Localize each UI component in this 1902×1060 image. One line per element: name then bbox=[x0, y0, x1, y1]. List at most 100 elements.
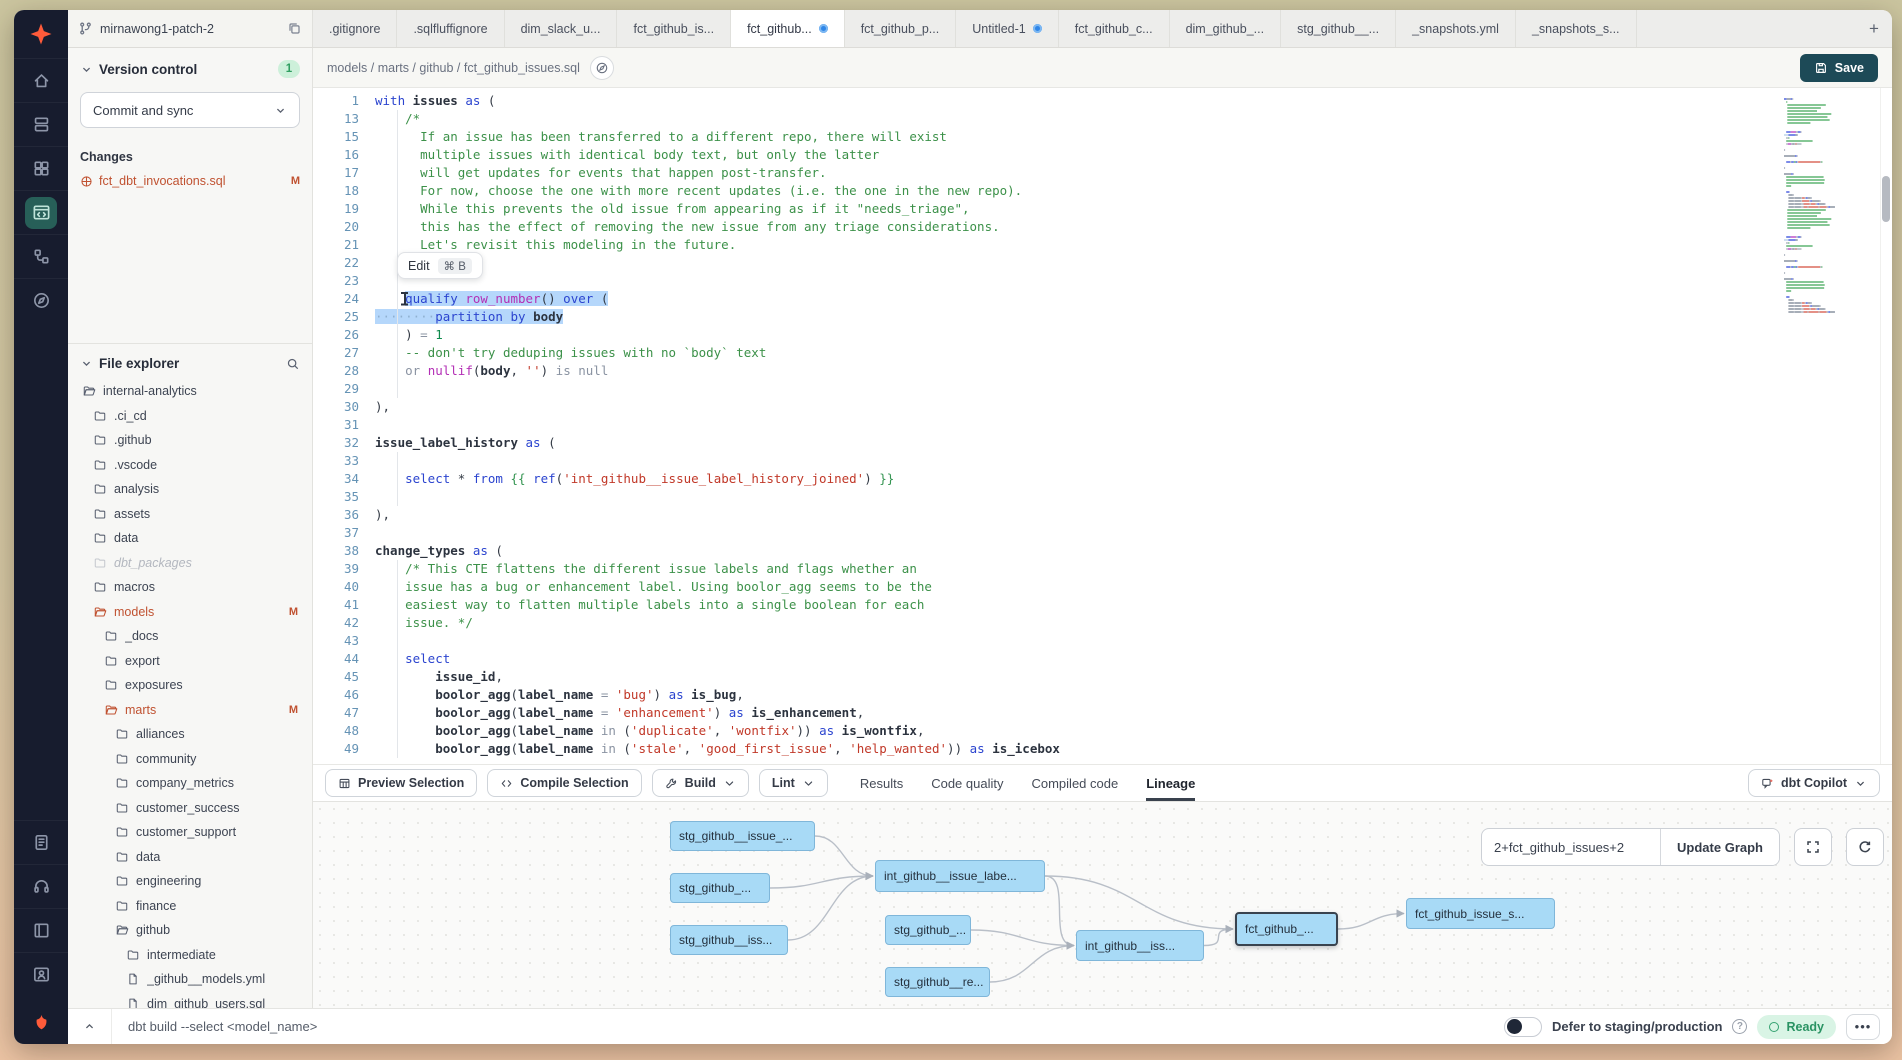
tree-folder-exposures[interactable]: exposures bbox=[80, 673, 300, 698]
line-number: 44 bbox=[313, 650, 359, 668]
rail-home-icon[interactable] bbox=[14, 58, 68, 102]
editor-tab[interactable]: fct_github_c... bbox=[1059, 10, 1170, 47]
new-tab-button[interactable]: + bbox=[1856, 10, 1892, 47]
tree-folder-.vscode[interactable]: .vscode bbox=[80, 453, 300, 478]
refresh-button[interactable] bbox=[1846, 828, 1884, 866]
code-editor[interactable]: 1with issues as (13 /*15 If an issue has… bbox=[313, 88, 1892, 764]
tree-folder-engineering[interactable]: engineering bbox=[80, 869, 300, 894]
lineage-selector-input[interactable] bbox=[1482, 829, 1660, 865]
rail-notebook-icon[interactable] bbox=[14, 820, 68, 864]
changed-file-row[interactable]: fct_dbt_invocations.sql M bbox=[80, 174, 300, 188]
scrollbar-thumb[interactable] bbox=[1882, 176, 1890, 222]
panel-tab-compiled-code[interactable]: Compiled code bbox=[1031, 765, 1118, 801]
save-button[interactable]: Save bbox=[1800, 54, 1878, 82]
search-icon[interactable] bbox=[286, 357, 300, 371]
editor-tab[interactable]: stg_github__... bbox=[1281, 10, 1396, 47]
compile-selection-button[interactable]: Compile Selection bbox=[487, 769, 641, 797]
editor-scrollbar[interactable] bbox=[1880, 88, 1892, 764]
editor-tab[interactable]: dim_slack_u... bbox=[505, 10, 618, 47]
help-icon[interactable]: ? bbox=[1732, 1019, 1747, 1034]
rail-orchestration-icon[interactable] bbox=[14, 234, 68, 278]
editor-tab[interactable]: dim_github_... bbox=[1170, 10, 1282, 47]
chevron-down-icon[interactable] bbox=[80, 63, 93, 76]
lineage-node[interactable]: stg_github_... bbox=[670, 873, 770, 903]
code-line: 47 boolor_agg(label_name = 'enhancement'… bbox=[313, 704, 1892, 722]
lineage-node[interactable]: int_github__issue_labe... bbox=[875, 860, 1045, 892]
tree-folder-company_metrics[interactable]: company_metrics bbox=[80, 771, 300, 796]
more-options-button[interactable]: ••• bbox=[1846, 1014, 1880, 1040]
editor-tab[interactable]: _snapshots.yml bbox=[1396, 10, 1516, 47]
tree-folder-marts[interactable]: martsM bbox=[80, 698, 300, 723]
editor-tab[interactable]: Untitled-1 bbox=[956, 10, 1059, 47]
lineage-node[interactable]: fct_github_issue_s... bbox=[1406, 898, 1555, 929]
command-input[interactable] bbox=[112, 1009, 1504, 1044]
rail-discover-icon[interactable] bbox=[14, 278, 68, 322]
lineage-node[interactable]: stg_github_... bbox=[885, 915, 971, 945]
editor-tab[interactable]: _snapshots_s... bbox=[1516, 10, 1637, 47]
copilot-chip-icon[interactable] bbox=[590, 56, 614, 80]
tree-folder-export[interactable]: export bbox=[80, 649, 300, 674]
code-line: 38change_types as ( bbox=[313, 542, 1892, 560]
tree-folder-models[interactable]: modelsM bbox=[80, 600, 300, 625]
expand-command-bar-button[interactable] bbox=[68, 1009, 112, 1044]
tree-folder-community[interactable]: community bbox=[80, 747, 300, 772]
defer-toggle[interactable] bbox=[1504, 1017, 1542, 1037]
editor-tab[interactable]: fct_github... bbox=[731, 10, 845, 47]
tree-folder-finance[interactable]: finance bbox=[80, 894, 300, 919]
lineage-node[interactable]: stg_github__re... bbox=[885, 967, 990, 997]
commit-and-sync-button[interactable]: Commit and sync bbox=[80, 92, 300, 128]
tree-folder-assets[interactable]: assets bbox=[80, 502, 300, 527]
tree-folder-alliances[interactable]: alliances bbox=[80, 722, 300, 747]
panel-tab-results[interactable]: Results bbox=[860, 765, 903, 801]
tree-folder-customer_support[interactable]: customer_support bbox=[80, 820, 300, 845]
tree-file-dim_github_users.sql[interactable]: dim_github_users.sql bbox=[80, 992, 300, 1009]
panel-tab-code-quality[interactable]: Code quality bbox=[931, 765, 1003, 801]
rail-support-icon[interactable] bbox=[14, 864, 68, 908]
rail-ide-icon[interactable] bbox=[14, 190, 68, 234]
tree-file-_github__models.yml[interactable]: _github__models.yml bbox=[80, 967, 300, 992]
chevron-down-icon[interactable] bbox=[80, 357, 93, 370]
tree-folder-github[interactable]: github bbox=[80, 918, 300, 943]
tree-folder-.ci_cd[interactable]: .ci_cd bbox=[80, 404, 300, 429]
defer-label: Defer to staging/production bbox=[1552, 1019, 1722, 1034]
update-graph-button[interactable]: Update Graph bbox=[1660, 829, 1779, 865]
code-area[interactable]: 1with issues as (13 /*15 If an issue has… bbox=[313, 88, 1892, 764]
tree-folder-.github[interactable]: .github bbox=[80, 428, 300, 453]
tree-folder-intermediate[interactable]: intermediate bbox=[80, 943, 300, 968]
editor-tab[interactable]: .gitignore bbox=[313, 10, 397, 47]
edit-codelens-button[interactable]: Edit ⌘ B bbox=[397, 252, 483, 279]
minimap[interactable] bbox=[1782, 96, 1876, 328]
code-line: 33 bbox=[313, 452, 1892, 470]
tree-folder-analysis[interactable]: analysis bbox=[80, 477, 300, 502]
line-number: 13 bbox=[313, 110, 359, 128]
code-line: 31 bbox=[313, 416, 1892, 434]
tree-folder-internal-analytics[interactable]: internal-analytics bbox=[80, 379, 300, 404]
rail-library-icon[interactable] bbox=[14, 908, 68, 952]
editor-tab[interactable]: fct_github_is... bbox=[617, 10, 731, 47]
tree-folder-macros[interactable]: macros bbox=[80, 575, 300, 600]
tree-folder-customer_success[interactable]: customer_success bbox=[80, 796, 300, 821]
lineage-node[interactable]: fct_github_... bbox=[1235, 912, 1338, 946]
dbt-copilot-button[interactable]: dbt Copilot bbox=[1748, 769, 1880, 797]
rail-projects-icon[interactable] bbox=[14, 102, 68, 146]
rail-apps-icon[interactable] bbox=[14, 146, 68, 190]
rail-account-icon[interactable] bbox=[14, 952, 68, 996]
build-button[interactable]: Build bbox=[652, 769, 749, 797]
tab-label: .gitignore bbox=[329, 22, 380, 36]
tree-folder-data[interactable]: data bbox=[80, 526, 300, 551]
lineage-node[interactable]: stg_github__iss... bbox=[670, 925, 788, 955]
top-bar: mirnawong1-patch-2 .gitignore .sqlfluffig… bbox=[68, 10, 1892, 48]
tree-folder-data[interactable]: data bbox=[80, 845, 300, 870]
lineage-node[interactable]: int_github__iss... bbox=[1076, 930, 1204, 961]
fullscreen-button[interactable] bbox=[1794, 828, 1832, 866]
lint-button[interactable]: Lint bbox=[759, 769, 828, 797]
editor-tab[interactable]: fct_github_p... bbox=[845, 10, 957, 47]
editor-tab[interactable]: .sqlfluffignore bbox=[397, 10, 504, 47]
lineage-node[interactable]: stg_github__issue_... bbox=[670, 821, 815, 851]
tree-folder-dbt_packages[interactable]: dbt_packages bbox=[80, 551, 300, 576]
branch-selector[interactable]: mirnawong1-patch-2 bbox=[68, 10, 313, 47]
tree-folder-_docs[interactable]: _docs bbox=[80, 624, 300, 649]
preview-selection-button[interactable]: Preview Selection bbox=[325, 769, 477, 797]
copy-icon[interactable] bbox=[287, 21, 302, 36]
panel-tab-lineage[interactable]: Lineage bbox=[1146, 765, 1195, 801]
